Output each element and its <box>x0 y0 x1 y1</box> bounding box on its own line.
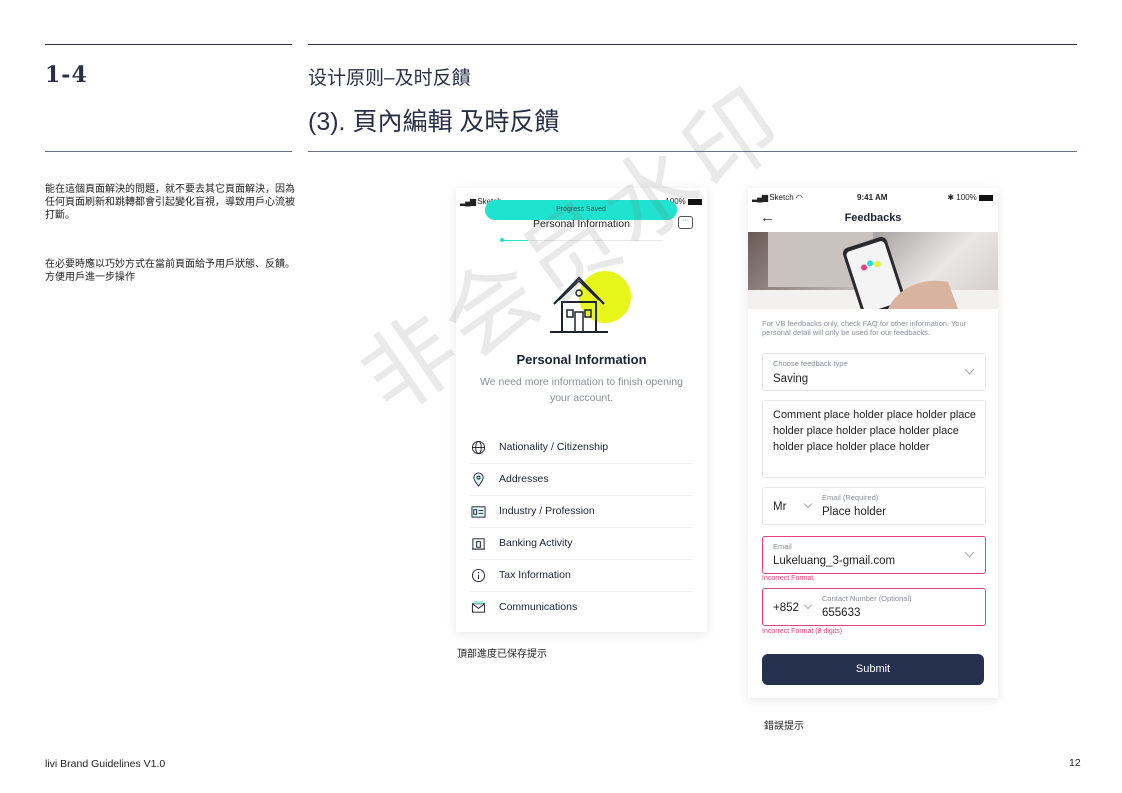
description-paragraph-1: 能在這個頁面解決的問題，就不要去其它頁面解決，因為任何頁面刷新和跳轉都會引起變化… <box>45 184 295 221</box>
country-code-select[interactable]: +852 <box>773 602 799 614</box>
top-rule-right <box>308 44 1077 45</box>
section-body: We need more information to finish openi… <box>480 376 683 404</box>
page-number: 12 <box>1069 757 1081 769</box>
list-item-tax[interactable]: Tax Information <box>470 559 692 592</box>
email-required-input[interactable]: Place holder <box>822 506 886 518</box>
email-label: Email <box>773 542 792 551</box>
id-card-icon <box>470 503 486 519</box>
list-item-label: Industry / Profession <box>499 505 595 517</box>
feedback-type-value: Saving <box>773 373 809 385</box>
status-time: 9:41 AM <box>857 193 888 202</box>
phone-mockup-feedbacks: ▂▄▆ Sketch ◠ 9:41 AM ✱ 100% ← Feedbacks … <box>748 188 998 698</box>
screen-title: Feedbacks <box>844 212 902 224</box>
feedback-type-select[interactable]: Choose feedback type Saving <box>762 353 986 391</box>
info-icon <box>470 567 486 583</box>
submit-button[interactable]: Submit <box>762 654 984 685</box>
chevron-down-icon <box>964 364 975 375</box>
contact-number-input[interactable]: 655633 <box>822 607 860 619</box>
feedback-type-label: Choose feedback type <box>773 359 848 368</box>
contact-number-row: +852 Contact Number (Optional) 655633 <box>762 588 986 626</box>
caption-error-hint: 錯誤提示 <box>764 721 804 732</box>
location-pin-icon <box>470 471 486 487</box>
list-item-label: Tax Information <box>499 569 571 581</box>
list-item-industry[interactable]: Industry / Profession <box>470 495 692 528</box>
feedback-note: For VB feedbacks only, check FAQ for oth… <box>762 319 967 337</box>
battery-status: ✱ 100% <box>947 193 993 202</box>
status-bar: ▂▄▆ Sketch ◠ <box>752 193 803 202</box>
globe-icon <box>470 439 486 455</box>
description-paragraph-2: 在必要時應以巧妙方式在當前頁面給予用戶狀態、反饋。方便用戶進一步操作 <box>45 259 295 283</box>
email-error: Incorrect Format <box>762 575 814 582</box>
list-item-communications[interactable]: Communications <box>470 591 692 623</box>
bottom-rule-left <box>45 151 292 152</box>
top-rule-left <box>45 44 292 45</box>
page-title: (3). 頁內編輯 及時反饋 <box>308 108 560 136</box>
list-item-label: Communications <box>499 601 578 613</box>
email-field[interactable]: Email Lukeluang_3-gmail.com <box>762 536 986 574</box>
comment-placeholder: Comment place holder place holder place … <box>773 409 977 453</box>
contact-number-error: Incorrect Format (8 digits) <box>762 628 843 635</box>
comment-textarea[interactable]: Comment place holder place holder place … <box>762 400 986 478</box>
email-value: Lukeluang_3-gmail.com <box>773 555 896 567</box>
envelope-icon <box>470 599 486 615</box>
list-item-banking[interactable]: Banking Activity <box>470 527 692 560</box>
salutation-select[interactable]: Mr <box>773 501 786 513</box>
chevron-down-icon <box>803 600 813 610</box>
page-subtitle: 设计原则–及时反饋 <box>308 68 471 89</box>
list-item-addresses[interactable]: Addresses <box>470 463 692 496</box>
email-required-row: Mr Email (Required) Place holder <box>762 487 986 525</box>
chevron-down-icon <box>803 499 813 509</box>
email-required-label: Email (Required) <box>822 493 879 502</box>
list-item-label: Addresses <box>499 473 549 485</box>
list-item-nationality[interactable]: Nationality / Citizenship <box>470 431 692 464</box>
contact-number-label: Contact Number (Optional) <box>822 594 912 603</box>
caption-progress-saved: 頂部進度已保存提示 <box>457 649 547 660</box>
bank-icon <box>470 535 486 551</box>
list-item-label: Nationality / Citizenship <box>499 441 609 453</box>
list-item-label: Banking Activity <box>499 537 573 549</box>
section-number: 1-4 <box>45 62 88 88</box>
chevron-down-icon <box>964 547 975 558</box>
footer-brand: livi Brand Guidelines V1.0 <box>45 758 166 770</box>
hero-image <box>748 232 998 309</box>
